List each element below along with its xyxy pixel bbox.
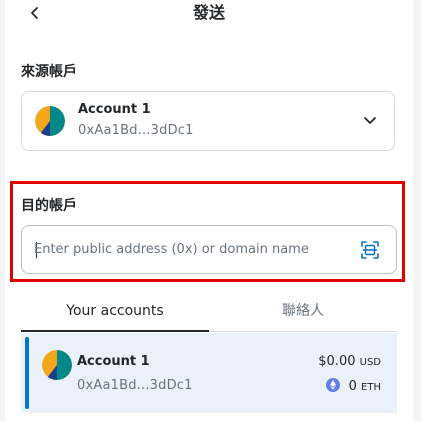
tab-contacts[interactable]: 聯絡人 (209, 296, 397, 332)
from-account-selector[interactable]: Account 1 0xAa1Bd...3dDc1 (21, 91, 395, 151)
fiat-balance: $0.00 USD (318, 354, 381, 369)
header: 發送 (5, 0, 413, 28)
account-address: 0xAa1Bd...3dDc1 (77, 378, 193, 393)
to-label: 目的帳戶 (21, 198, 77, 214)
send-screen: 發送 來源帳戶 Account 1 0xAa1Bd...3dDc1 目的帳戶 E… (5, 0, 413, 421)
from-label: 來源帳戶 (21, 64, 77, 80)
eth-unit: ETH (361, 382, 381, 393)
active-tab-indicator (21, 330, 209, 332)
page-title: 發送 (192, 3, 225, 22)
eth-amount: 0 (348, 379, 357, 394)
recipient-address-input[interactable] (34, 226, 352, 273)
tab-your-accounts[interactable]: Your accounts (21, 296, 209, 332)
eth-balance: 0 ETH (326, 378, 381, 394)
avatar (42, 350, 72, 380)
ethereum-icon (326, 378, 341, 392)
account-address: 0xAa1Bd...3dDc1 (78, 123, 194, 138)
fiat-unit: USD (359, 357, 381, 368)
chevron-down-icon[interactable] (362, 112, 378, 128)
recipient-field (21, 225, 397, 274)
fiat-amount: $0.00 (318, 354, 356, 369)
avatar (35, 106, 65, 136)
tab-divider (209, 331, 397, 332)
qr-scan-icon[interactable] (360, 240, 380, 260)
account-name: Account 1 (78, 102, 151, 117)
selected-indicator (25, 337, 29, 409)
account-list-item[interactable]: Account 1 0xAa1Bd...3dDc1 $0.00 USD 0 ET… (21, 333, 397, 413)
account-name: Account 1 (77, 354, 150, 369)
